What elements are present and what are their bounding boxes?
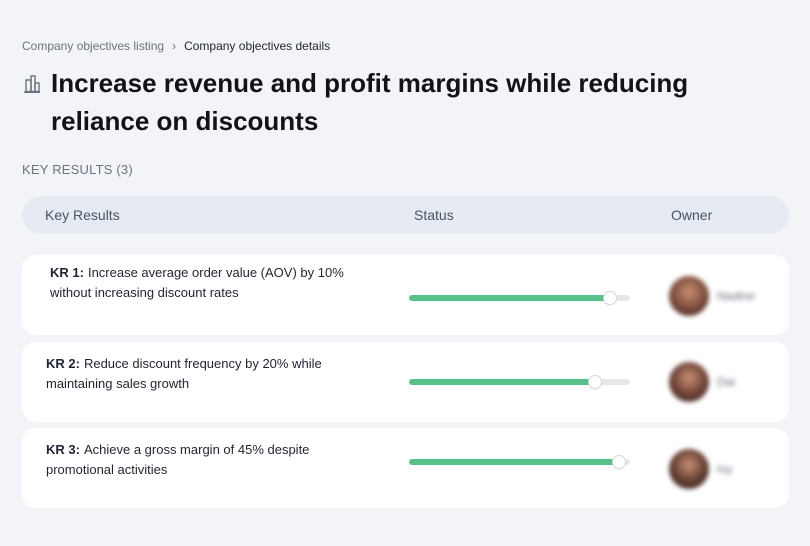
key-result-description: KR 2: Reduce discount frequency by 20% wh… [46, 354, 356, 394]
key-result-text: Reduce discount frequency by 20% while m… [46, 356, 322, 391]
table-header: Key Results Status Owner [22, 196, 789, 234]
key-result-number: KR 3: [46, 442, 80, 457]
avatar [669, 362, 709, 402]
owner[interactable]: Ivy [669, 449, 732, 489]
key-result-number: KR 1: [50, 265, 84, 280]
key-result-row-1[interactable]: KR 1: Increase average order value (AOV) … [22, 255, 789, 335]
progress-fill [409, 379, 595, 385]
progress-bar [409, 456, 630, 468]
key-result-row-3[interactable]: KR 3: Achieve a gross margin of 45% despi… [22, 428, 789, 508]
progress-handle [604, 292, 617, 304]
owner-name: Dai [717, 375, 736, 389]
breadcrumb-current: Company objectives details [184, 39, 331, 53]
owner[interactable]: Dai [669, 362, 735, 402]
key-result-text: Achieve a gross margin of 45% despite pr… [46, 442, 310, 477]
objective-header: Increase revenue and profit margins whil… [22, 64, 762, 140]
key-result-row-2[interactable]: KR 2: Reduce discount frequency by 20% wh… [22, 342, 789, 422]
avatar [669, 449, 709, 489]
breadcrumb-link-objectives-listing[interactable]: Company objectives listing [22, 39, 164, 53]
breadcrumb-separator-icon: › [172, 39, 177, 53]
owner-name: Ivy [717, 462, 733, 476]
key-result-text: Increase average order value (AOV) by 10… [50, 265, 344, 300]
key-results-count: KEY RESULTS (3) [22, 162, 133, 177]
key-result-description: KR 1: Increase average order value (AOV) … [50, 263, 360, 303]
progress-bar [409, 376, 630, 388]
column-header-owner: Owner [671, 207, 713, 223]
progress-fill [409, 295, 611, 301]
owner-name: Nadine [717, 289, 756, 303]
progress-bar [409, 292, 630, 304]
breadcrumb: Company objectives listing › Company obj… [22, 39, 330, 53]
avatar [669, 276, 709, 316]
page-title: Increase revenue and profit margins whil… [51, 68, 689, 136]
progress-fill [409, 459, 619, 465]
key-result-description: KR 3: Achieve a gross margin of 45% despi… [46, 440, 356, 480]
building-icon [24, 75, 40, 93]
progress-handle [588, 376, 601, 388]
owner[interactable]: Nadine [669, 276, 755, 316]
column-header-status: Status [414, 207, 454, 223]
progress-handle [612, 456, 625, 468]
key-result-number: KR 2: [46, 356, 80, 371]
column-header-key-results: Key Results [45, 207, 120, 223]
